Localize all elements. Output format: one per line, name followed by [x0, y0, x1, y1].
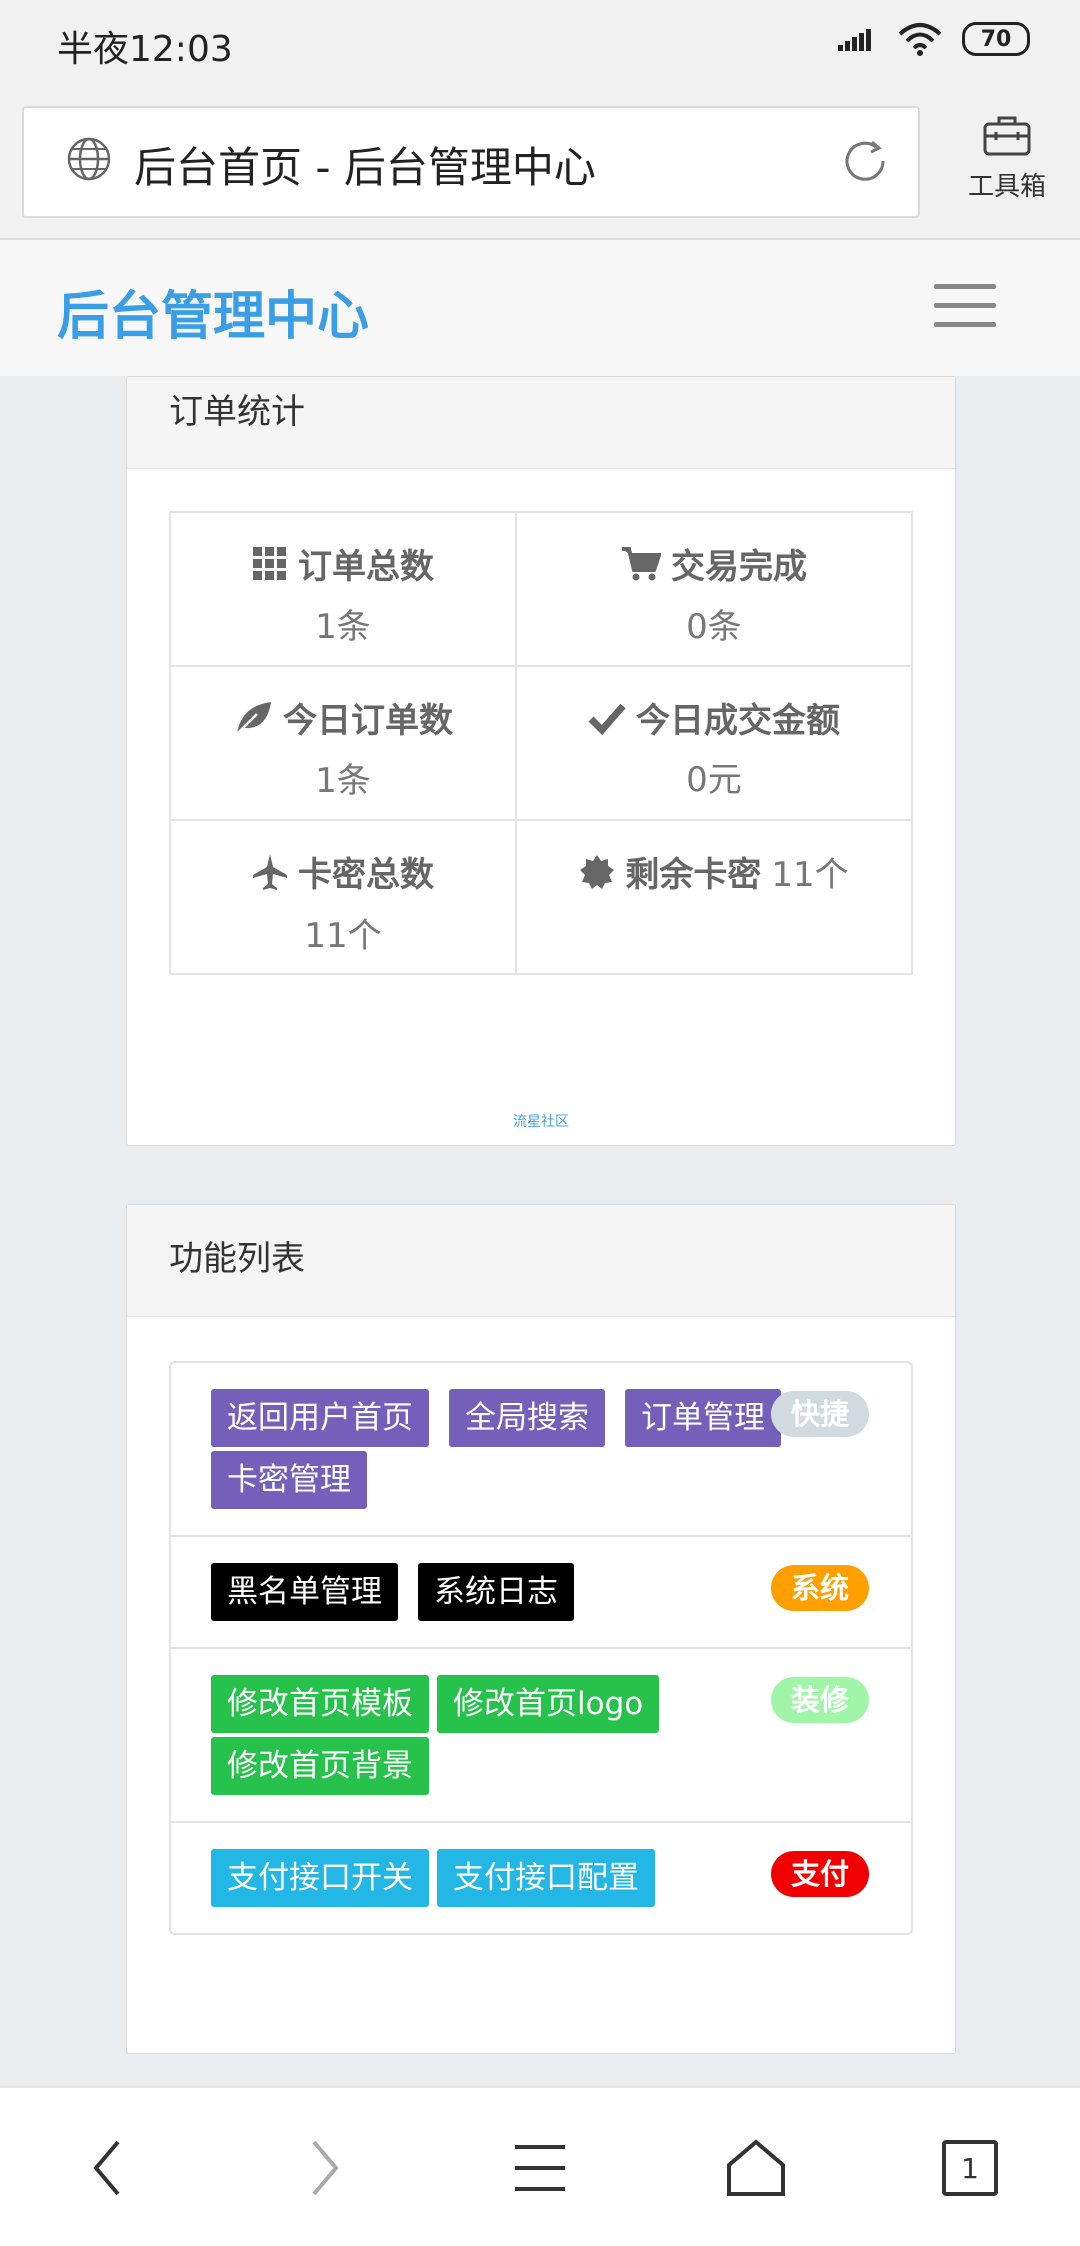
- edit-home-template-button[interactable]: 修改首页模板: [211, 1675, 429, 1733]
- tabs-icon[interactable]: 1: [930, 2128, 1010, 2208]
- battery-icon: 70: [962, 22, 1030, 56]
- app-header: 后台管理中心: [0, 240, 1080, 376]
- function-group-decoration: 修改首页模板 修改首页logo 修改首页背景 装修: [171, 1649, 911, 1823]
- stats-table: 订单总数 1条 交易完成 0条 今日订单数 1条 今日成交金额 0元 卡密总数 …: [169, 511, 913, 975]
- signal-icon: [838, 29, 871, 51]
- stat-cell: 今日订单数 1条: [169, 665, 517, 821]
- stat-value: 11个: [304, 915, 382, 956]
- reload-icon[interactable]: [838, 134, 892, 188]
- globe-icon: [67, 137, 111, 181]
- wifi-icon: [898, 23, 942, 56]
- edit-home-background-button[interactable]: 修改首页背景: [211, 1737, 429, 1795]
- stat-label: 剩余卡密: [625, 855, 762, 895]
- brand-title[interactable]: 后台管理中心: [57, 274, 369, 349]
- payment-config-button[interactable]: 支付接口配置: [437, 1849, 655, 1907]
- stat-label: 交易完成: [671, 547, 807, 587]
- check-icon: [588, 703, 626, 735]
- home-icon[interactable]: [716, 2128, 796, 2208]
- certificate-icon: [580, 854, 615, 889]
- card-key-management-button[interactable]: 卡密管理: [211, 1451, 367, 1509]
- cart-icon: [622, 546, 661, 580]
- stat-value: 1条: [315, 760, 371, 801]
- stat-value: 1条: [315, 606, 371, 647]
- status-bar: 半夜12:03 70: [0, 0, 1080, 92]
- forward-icon[interactable]: [284, 2128, 364, 2208]
- function-list: 返回用户首页 全局搜索 订单管理 卡密管理 快捷 黑名单管理 系统日志 系统 修…: [169, 1361, 913, 1935]
- stat-cell: 剩余卡密 11个: [515, 819, 913, 975]
- edit-home-logo-button[interactable]: 修改首页logo: [437, 1675, 660, 1733]
- stat-label: 今日成交金额: [636, 701, 840, 741]
- group-tag-payment: 支付: [770, 1851, 869, 1897]
- group-tag-decoration: 装修: [770, 1677, 869, 1723]
- functions-panel: 功能列表 返回用户首页 全局搜索 订单管理 卡密管理 快捷 黑名单管理 系统日志…: [126, 1204, 956, 2054]
- function-group-system: 黑名单管理 系统日志 系统: [171, 1537, 911, 1649]
- stat-cell: 交易完成 0条: [515, 511, 913, 667]
- blacklist-management-button[interactable]: 黑名单管理: [211, 1563, 398, 1621]
- global-search-button[interactable]: 全局搜索: [449, 1389, 605, 1447]
- stat-label: 今日订单数: [283, 701, 453, 741]
- status-icons: 70: [838, 22, 1030, 56]
- function-group-payment: 支付接口开关 支付接口配置 支付: [171, 1823, 911, 1933]
- grid-icon: [253, 546, 286, 580]
- system-log-button[interactable]: 系统日志: [418, 1563, 574, 1621]
- menu-icon[interactable]: [500, 2128, 580, 2208]
- group-tag-system: 系统: [770, 1565, 869, 1611]
- stat-cell: 卡密总数 11个: [169, 819, 517, 975]
- stat-value: 11个: [771, 855, 849, 895]
- stat-value: 0条: [686, 606, 742, 647]
- functions-panel-title: 功能列表: [127, 1205, 955, 1317]
- menu-toggle-icon[interactable]: [934, 284, 996, 332]
- leaf-icon: [236, 701, 271, 735]
- orders-panel: 订单统计 订单总数 1条 交易完成 0条 今日订单数 1条 今日成交金额 0元 …: [126, 376, 956, 1146]
- address-bar[interactable]: 后台首页 - 后台管理中心: [22, 106, 920, 218]
- status-time: 半夜12:03: [57, 29, 233, 70]
- group-tag-shortcut: 快捷: [770, 1391, 869, 1437]
- stat-label: 卡密总数: [298, 855, 434, 895]
- page-title: 后台首页 - 后台管理中心: [134, 143, 596, 192]
- stat-label: 订单总数: [298, 547, 434, 587]
- plane-icon: [253, 853, 287, 890]
- stat-cell: 今日成交金额 0元: [515, 665, 913, 821]
- toolbox-icon: [983, 116, 1031, 156]
- toolbox-label: 工具箱: [967, 172, 1046, 202]
- back-icon[interactable]: [68, 2128, 148, 2208]
- orders-panel-title: 订单统计: [127, 377, 955, 469]
- order-management-button[interactable]: 订单管理: [625, 1389, 781, 1447]
- stat-value: 0元: [686, 759, 742, 800]
- payment-switch-button[interactable]: 支付接口开关: [211, 1849, 429, 1907]
- toolbox-button[interactable]: 工具箱: [952, 114, 1062, 203]
- battery-level: 70: [980, 26, 1012, 52]
- watermark-link[interactable]: 流星社区: [127, 1111, 955, 1131]
- function-group-shortcut: 返回用户首页 全局搜索 订单管理 卡密管理 快捷: [171, 1363, 911, 1537]
- back-to-user-home-button[interactable]: 返回用户首页: [211, 1389, 429, 1447]
- tabs-count: 1: [961, 2151, 979, 2185]
- stat-cell: 订单总数 1条: [169, 511, 517, 667]
- browser-nav-bar: 1: [0, 2086, 1080, 2246]
- browser-toolbar: 后台首页 - 后台管理中心 工具箱: [0, 92, 1080, 240]
